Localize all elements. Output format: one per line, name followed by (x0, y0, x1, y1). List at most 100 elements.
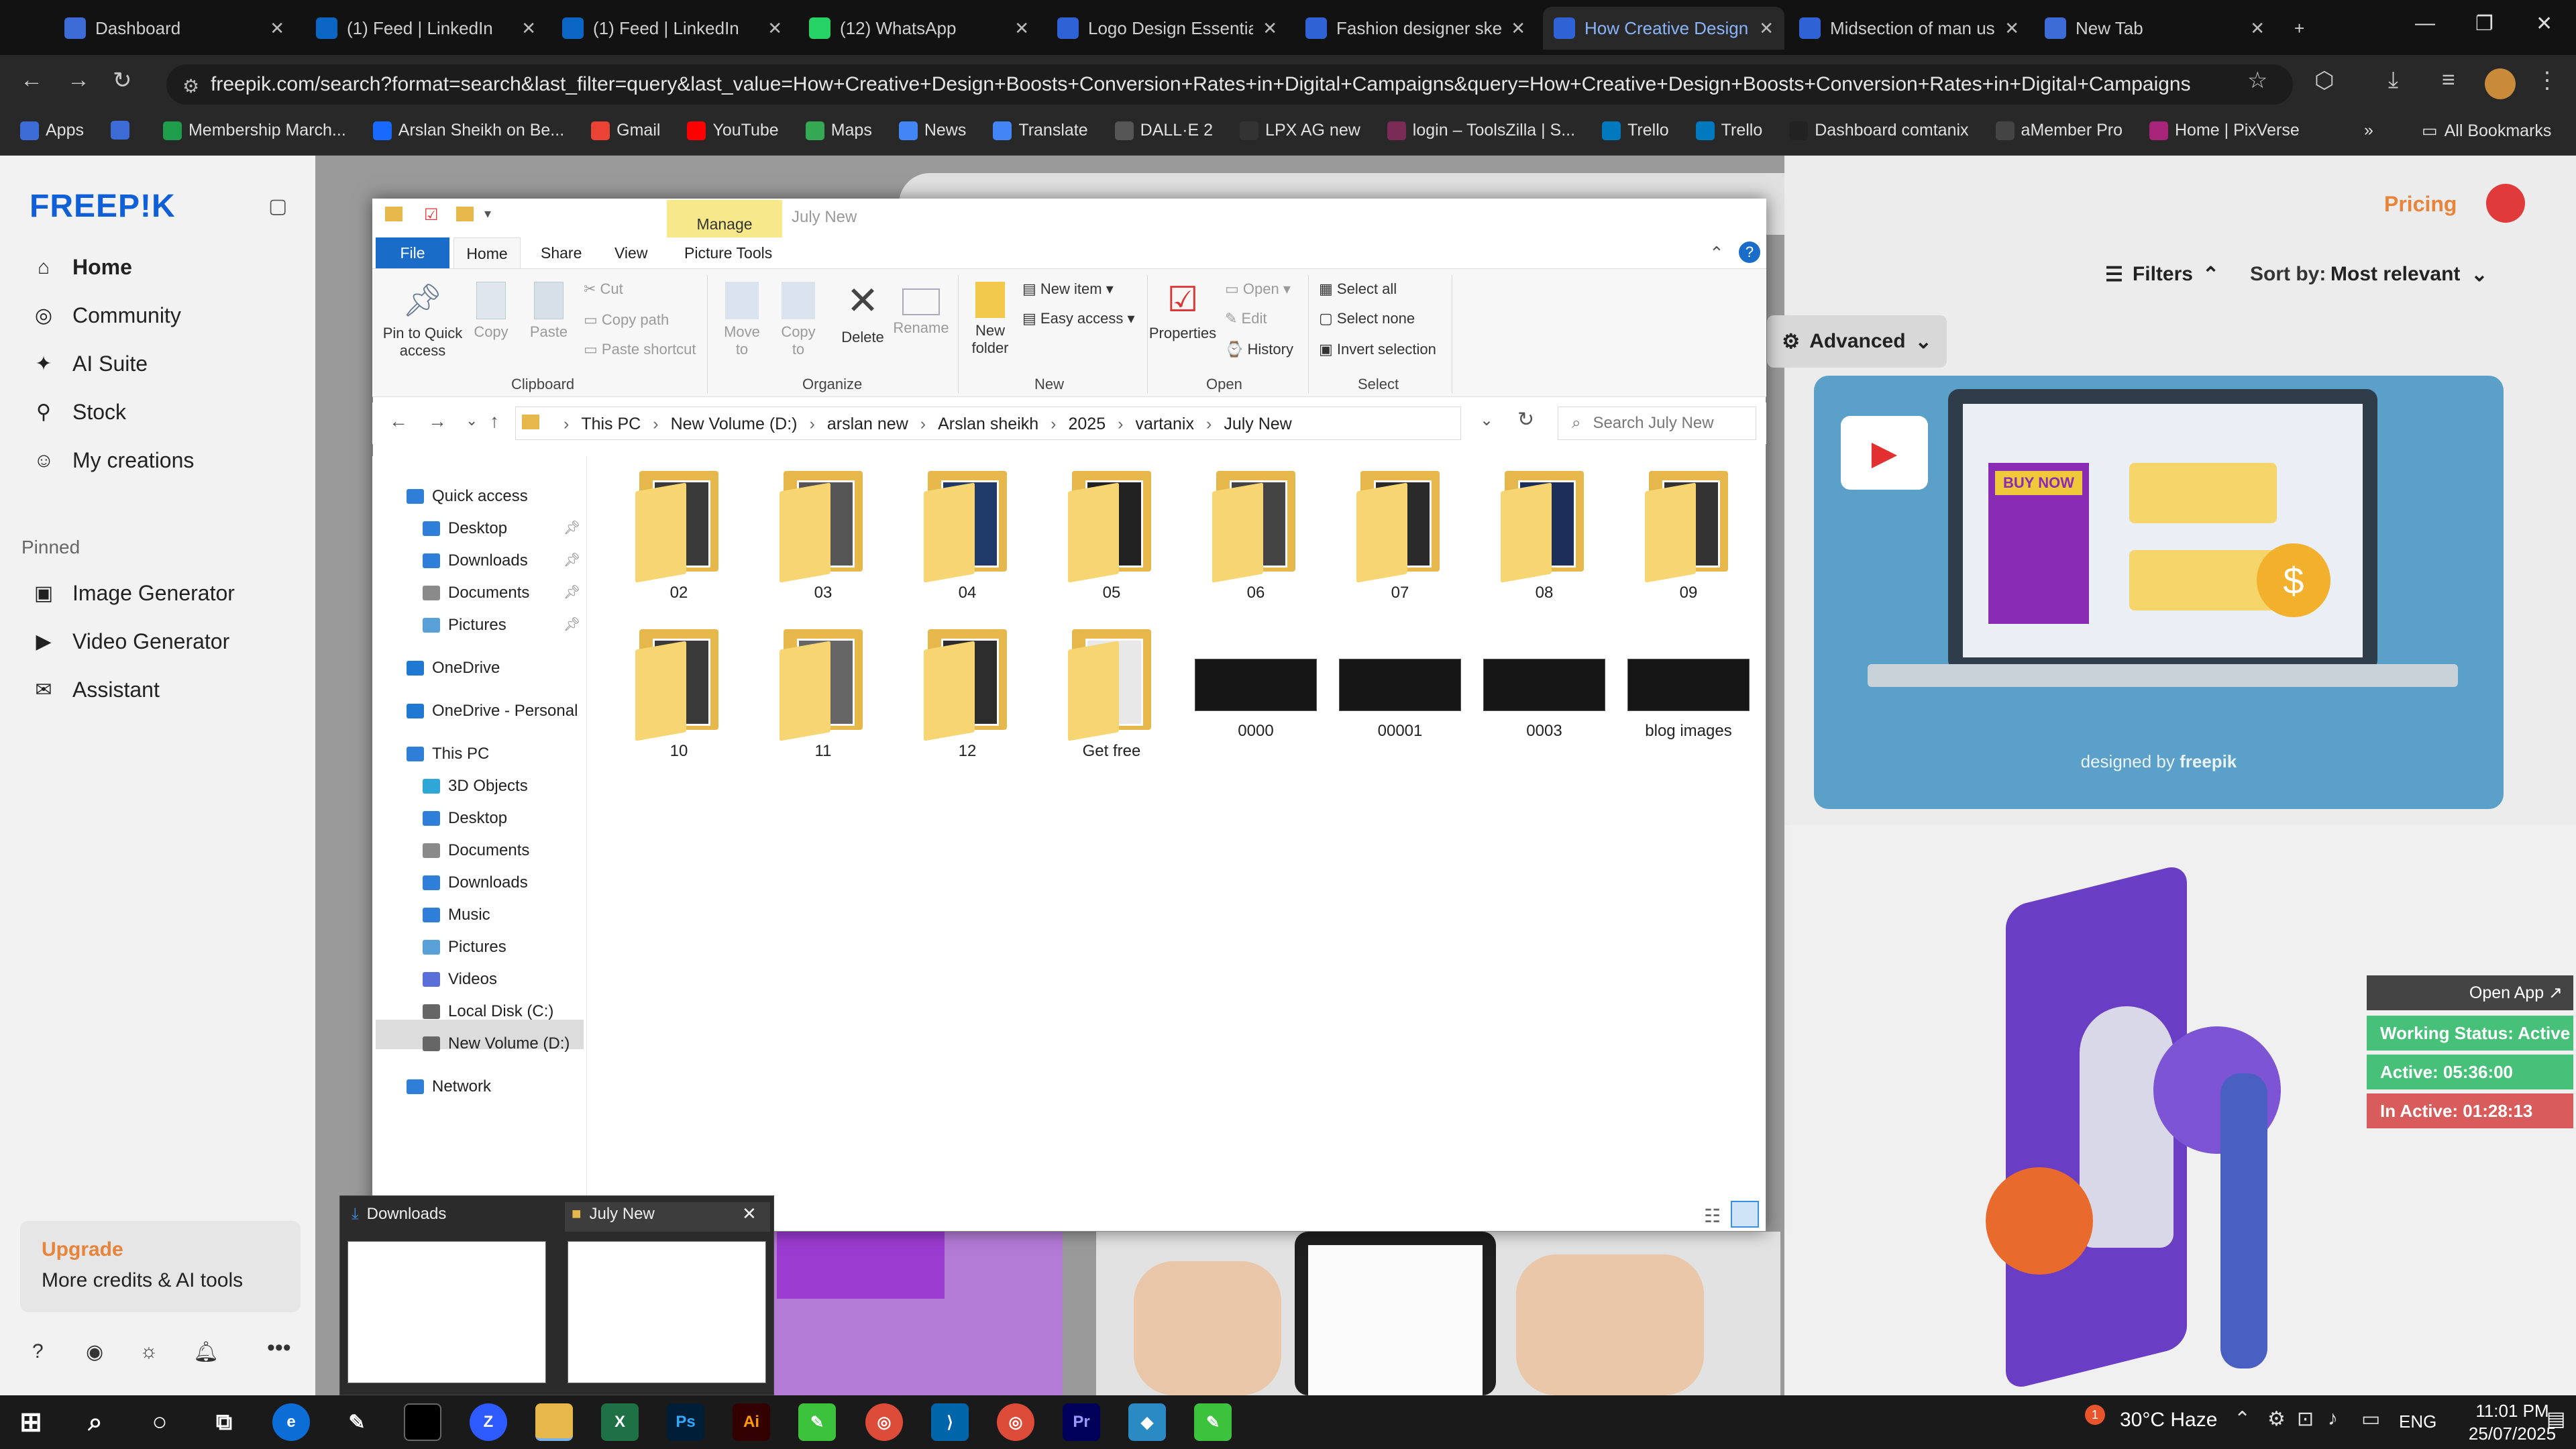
preview-downloads-title[interactable]: ⤓ Downloads (352, 1205, 446, 1224)
tab-close-icon[interactable]: ✕ (521, 18, 536, 39)
recent-locations-icon[interactable]: ⌄ (466, 412, 478, 429)
nav-item[interactable]: 3D Objects (423, 777, 528, 796)
tab-close-icon[interactable]: ✕ (270, 18, 284, 39)
pinned-item-image-generator[interactable]: ▣ Image Generator (34, 581, 235, 606)
illustrator-icon[interactable]: Ai (733, 1403, 770, 1441)
weather-text[interactable]: 30°C Haze (2120, 1409, 2217, 1432)
preview-thumbnail-july[interactable] (568, 1241, 766, 1383)
bookmark-item[interactable]: News (898, 121, 966, 140)
breadcrumb-item[interactable]: July New (1224, 415, 1291, 434)
app-icon[interactable]: ◆ (1128, 1403, 1166, 1441)
advanced-button[interactable]: ⚙ Advanced ⌄ (1767, 315, 1947, 368)
tab-close-icon[interactable]: ✕ (767, 18, 782, 39)
explorer-search-box[interactable]: ⌕ Search July New (1558, 407, 1756, 440)
browser-tab[interactable]: Midsection of man using ✕ (1788, 7, 2030, 50)
breadcrumb-separator-icon[interactable]: › (653, 415, 658, 434)
tab-close-icon[interactable]: ✕ (1511, 18, 1525, 39)
new-folder-button[interactable]: New folder (966, 282, 1014, 358)
folder-item[interactable]: 08 (1481, 471, 1608, 602)
folder-item[interactable]: Get free (1048, 629, 1175, 761)
corel-icon[interactable]: ✎ (798, 1403, 836, 1441)
browser-tab[interactable]: New Tab ✕ (2034, 7, 2275, 50)
breadcrumb-separator-icon[interactable]: › (810, 415, 815, 434)
start-icon[interactable]: ⊞ (12, 1403, 50, 1441)
nav-item[interactable]: Desktop (423, 809, 507, 828)
folder-item[interactable]: 12 (904, 629, 1031, 761)
more-icon[interactable]: ••• (267, 1335, 291, 1361)
bookmark-item[interactable]: YouTube (687, 121, 779, 140)
folder-item[interactable]: 06 (1192, 471, 1320, 602)
forward-icon[interactable]: → (67, 67, 90, 93)
bookmark-item[interactable]: Trello (1602, 121, 1669, 140)
bookmark-item[interactable]: Trello (1695, 121, 1762, 140)
terminal-icon[interactable] (404, 1403, 441, 1441)
preview-thumbnail-downloads[interactable] (347, 1241, 546, 1383)
tab-share[interactable]: Share (541, 244, 582, 262)
easy-access-button[interactable]: ▤ Easy access ▾ (1022, 310, 1135, 327)
nav-item[interactable]: Downloads (423, 551, 528, 570)
notification-icon[interactable]: 🔔︎ (193, 1340, 219, 1364)
copy-to-button[interactable]: Copy to (774, 282, 822, 359)
bookmark-item[interactable]: Gmail (591, 121, 660, 140)
upgrade-card[interactable] (20, 1221, 301, 1312)
user-avatar[interactable] (2486, 184, 2525, 223)
tab-close-icon[interactable]: ✕ (2004, 18, 2019, 39)
vscode-icon[interactable]: ⟩ (931, 1403, 969, 1441)
breadcrumb-separator-icon[interactable]: › (564, 415, 569, 434)
theme-icon[interactable]: ☼ (140, 1340, 158, 1363)
language-indicator[interactable]: ENG (2399, 1411, 2436, 1432)
select-none-button[interactable]: ▢ Select none (1319, 310, 1415, 327)
new-tab-button[interactable]: + (2284, 7, 2315, 50)
pinned-item-video-generator[interactable]: ▶ Video Generator (34, 629, 229, 654)
bookmark-item[interactable]: login – ToolsZilla | S... (1387, 121, 1575, 140)
file-explorer-icon[interactable] (535, 1403, 573, 1441)
battery-icon[interactable]: ▭ (2361, 1407, 2380, 1431)
open-button[interactable]: ▭ Open ▾ (1225, 280, 1291, 298)
nav-item[interactable]: New Volume (D:) (423, 1034, 570, 1053)
menu-kebab-icon[interactable]: ⋮ (2536, 67, 2559, 94)
nav-item[interactable]: OneDrive (407, 659, 500, 678)
cortana-icon[interactable]: ○ (141, 1403, 178, 1441)
tab-view[interactable]: View (614, 244, 647, 262)
volume-icon[interactable]: ♪ (2328, 1407, 2338, 1430)
help-icon[interactable]: ? (1739, 241, 1760, 263)
tab-close-icon[interactable]: ✕ (2250, 18, 2265, 39)
extensions-icon[interactable]: ⬡ (2314, 67, 2334, 94)
open-app-button[interactable]: Open App ↗ (2367, 975, 2573, 1010)
breadcrumb-item[interactable]: Arslan sheikh (938, 415, 1038, 434)
bookmark-item[interactable]: Membership March... (162, 121, 346, 140)
tray-app-icon[interactable]: ⚙ (2267, 1407, 2286, 1431)
preview-july-title[interactable]: ■ July New (572, 1205, 655, 1224)
breadcrumb-item[interactable]: New Volume (D:) (671, 415, 798, 434)
nav-item[interactable]: Documents (423, 584, 529, 602)
freepik-logo[interactable]: FREEP!K (30, 188, 176, 225)
image-file-item[interactable]: 00001 (1336, 629, 1464, 741)
edit-button[interactable]: ✎ Edit (1225, 310, 1267, 327)
folder-item[interactable]: 02 (615, 471, 743, 602)
search-icon[interactable]: ⌕ (76, 1403, 114, 1441)
bookmark-item[interactable]: Maps (805, 121, 872, 140)
copy-path-button[interactable]: ▭ Copy path (584, 311, 669, 329)
task-view-icon[interactable]: ⧉ (205, 1403, 243, 1441)
tab-file[interactable]: File (376, 237, 449, 268)
refresh-icon[interactable]: ↻ (1517, 408, 1534, 431)
bookmark-item[interactable]: Dashboard comtanix (1789, 121, 1969, 140)
new-folder-qa-icon[interactable] (456, 207, 474, 221)
invert-selection-button[interactable]: ▣ Invert selection (1319, 341, 1436, 358)
restore-button[interactable]: ❐ (2475, 12, 2493, 36)
path-dropdown-icon[interactable]: ⌄ (1480, 411, 1493, 430)
browser-tab[interactable]: (12) WhatsApp ✕ (798, 7, 1040, 50)
properties-qa-icon[interactable]: ☑ (424, 205, 439, 225)
all-bookmarks[interactable]: ▭ All Bookmarks (2422, 121, 2551, 141)
nav-item[interactable]: Downloads (423, 873, 528, 892)
tab-picture-tools[interactable]: Picture Tools (684, 244, 772, 262)
nav-item[interactable]: OneDrive - Personal (407, 702, 578, 720)
breadcrumb-separator-icon[interactable]: › (1051, 415, 1056, 434)
nav-item[interactable]: Videos (423, 970, 497, 989)
bookmark-item[interactable]: aMember Pro (1995, 121, 2123, 140)
filters-button[interactable]: ☰ Filters ⌃ (2105, 263, 2219, 286)
move-to-button[interactable]: Move to (718, 282, 766, 359)
bookmark-item[interactable]: LPX AG new (1240, 121, 1360, 140)
browser-tab[interactable]: (1) Feed | LinkedIn ✕ (551, 7, 793, 50)
delete-button[interactable]: ✕ Delete (836, 278, 890, 346)
